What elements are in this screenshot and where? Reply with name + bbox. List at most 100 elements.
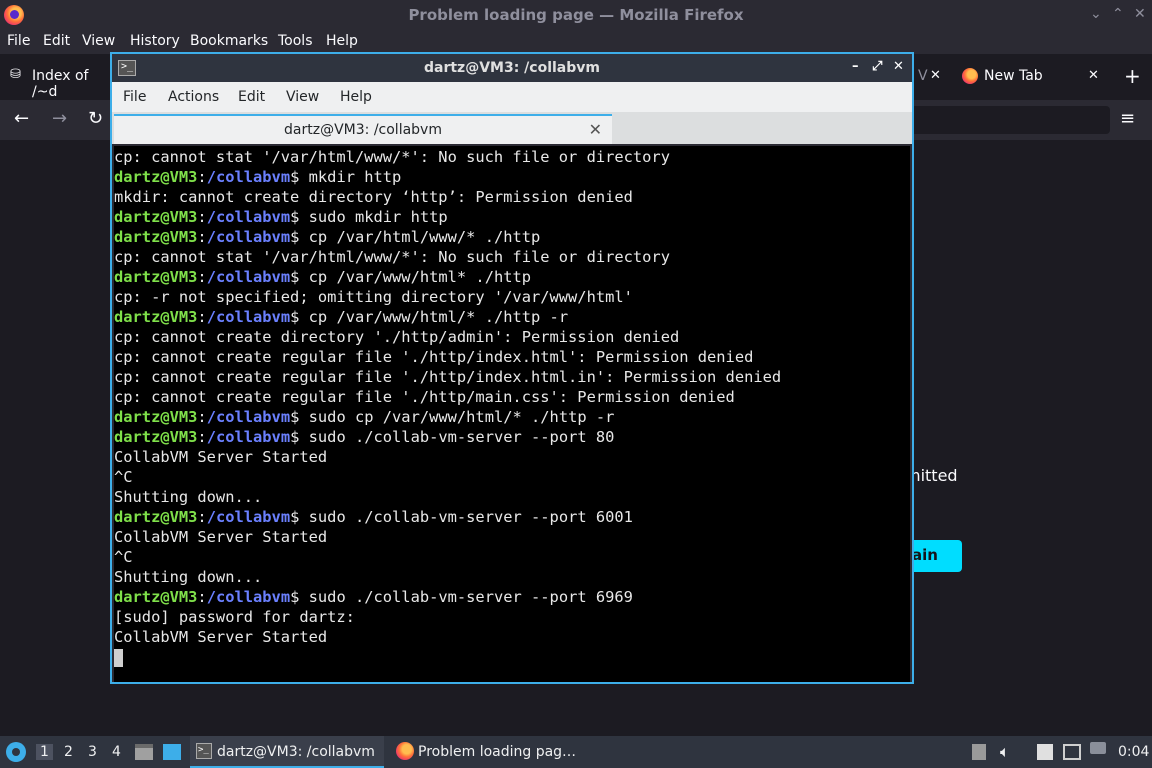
menu-tools[interactable]: Tools	[278, 33, 313, 49]
firefox-menubar: File Edit View History Bookmarks Tools H…	[0, 30, 1152, 54]
prompt-dollar: $	[290, 268, 300, 286]
prompt-path: /collabvm	[206, 268, 291, 286]
desktop-1[interactable]: 1	[36, 744, 53, 760]
close-icon[interactable]: ✕	[893, 59, 904, 74]
terminal-menu-actions[interactable]: Actions	[168, 89, 219, 105]
menu-bookmarks[interactable]: Bookmarks	[190, 33, 268, 49]
taskbar-task-terminal[interactable]: >_ dartz@VM3: /collabvm	[190, 736, 384, 768]
menu-help[interactable]: Help	[326, 33, 358, 49]
terminal-tabbar: dartz@VM3: /collabvm ✕	[112, 112, 912, 144]
show-desktop-icon[interactable]	[163, 744, 181, 760]
notification-icon[interactable]	[1090, 742, 1106, 754]
prompt-path: /collabvm	[206, 408, 291, 426]
forward-icon[interactable]: →	[52, 108, 67, 129]
command-text: sudo ./collab-vm-server --port 80	[299, 428, 615, 446]
prompt-separator: :	[197, 228, 207, 246]
terminal-icon: >_	[196, 743, 212, 759]
tab-label: Index of /~d	[32, 68, 89, 100]
prompt-path: /collabvm	[206, 308, 291, 326]
prompt-separator: :	[197, 408, 207, 426]
tab-index[interactable]: ⛁ Index of /~d	[10, 62, 110, 100]
minimize-icon[interactable]: –	[852, 59, 859, 74]
terminal-tab[interactable]: dartz@VM3: /collabvm ✕	[114, 114, 612, 144]
prompt-separator: :	[197, 208, 207, 226]
desktop: Problem loading page — Mozilla Firefox ⌄…	[0, 0, 1152, 768]
clock[interactable]: 0:04	[1118, 744, 1149, 760]
tab-label: New Tab	[984, 68, 1043, 84]
close-icon[interactable]: ✕	[930, 68, 941, 83]
tab-new-tab[interactable]: New Tab ✕	[962, 62, 1112, 92]
firefox-icon	[396, 742, 414, 760]
menu-view[interactable]: View	[82, 33, 115, 49]
prompt-dollar: $	[290, 508, 300, 526]
menu-file[interactable]: File	[7, 33, 30, 49]
app-launcher-icon[interactable]	[6, 742, 26, 762]
desktop-2[interactable]: 2	[64, 744, 73, 760]
menu-history[interactable]: History	[130, 33, 180, 49]
file-manager-icon[interactable]	[135, 744, 153, 760]
prompt-separator: :	[197, 268, 207, 286]
terminal-line: dartz@VM3:/collabvm$ sudo ./collab-vm-se…	[114, 587, 910, 607]
terminal-cursor	[114, 648, 123, 667]
prompt-path: /collabvm	[206, 168, 291, 186]
taskbar-task-label: dartz@VM3: /collabvm	[217, 744, 375, 760]
prompt-dollar: $	[290, 408, 300, 426]
terminal-line: mkdir: cannot create directory ‘http’: P…	[114, 188, 633, 206]
close-icon[interactable]: ✕	[1134, 6, 1146, 22]
reload-icon[interactable]: ↻	[88, 108, 103, 129]
taskbar-task-label: Problem loading pag…	[418, 744, 577, 760]
firefox-titlebar[interactable]: Problem loading page — Mozilla Firefox ⌄…	[0, 0, 1152, 30]
command-text: sudo ./collab-vm-server --port 6969	[299, 588, 633, 606]
terminal-line	[114, 647, 910, 667]
terminal-line: cp: cannot create regular file './http/m…	[114, 388, 735, 406]
command-text: sudo mkdir http	[299, 208, 448, 226]
terminal-line: cp: cannot stat '/var/html/www/*': No su…	[114, 148, 670, 166]
network-icon[interactable]	[1063, 744, 1081, 760]
terminal-window[interactable]: >_ dartz@VM3: /collabvm – ⤢ ✕ File Actio…	[110, 52, 914, 684]
terminal-line: cp: -r not specified; omitting directory…	[114, 288, 633, 306]
app-menu-icon[interactable]: ≡	[1120, 108, 1135, 129]
terminal-menu-help[interactable]: Help	[340, 89, 372, 105]
volume-icon[interactable]: 🔈︎	[1000, 742, 1010, 762]
notes-icon[interactable]	[1037, 744, 1053, 760]
terminal-line: cp: cannot create regular file './http/i…	[114, 368, 782, 386]
prompt-user: dartz@VM3	[114, 228, 198, 246]
terminal-output[interactable]: cp: cannot stat '/var/html/www/*': No su…	[114, 146, 910, 682]
back-icon[interactable]: ←	[14, 108, 29, 129]
desktop-4[interactable]: 4	[112, 744, 121, 760]
prompt-separator: :	[197, 588, 207, 606]
terminal-menubar: File Actions Edit View Help	[112, 82, 912, 112]
terminal-menu-file[interactable]: File	[123, 89, 146, 105]
command-text: sudo cp /var/www/html/* ./http -r	[299, 408, 615, 426]
menu-edit[interactable]: Edit	[43, 33, 70, 49]
desktop-3[interactable]: 3	[88, 744, 97, 760]
prompt-user: dartz@VM3	[114, 268, 198, 286]
close-icon[interactable]: ✕	[1088, 68, 1099, 83]
terminal-tab-label: dartz@VM3: /collabvm	[284, 122, 442, 138]
maximize-icon[interactable]: ⌃	[1112, 6, 1124, 22]
prompt-user: dartz@VM3	[114, 208, 198, 226]
prompt-user: dartz@VM3	[114, 308, 198, 326]
terminal-line: ^C	[114, 548, 133, 566]
terminal-line: CollabVM Server Started	[114, 528, 328, 546]
prompt-separator: :	[197, 428, 207, 446]
terminal-line: dartz@VM3:/collabvm$ cp /var/www/html* .…	[114, 267, 910, 287]
terminal-menu-view[interactable]: View	[286, 89, 319, 105]
terminal-menu-edit[interactable]: Edit	[238, 89, 265, 105]
prompt-path: /collabvm	[206, 208, 291, 226]
prompt-dollar: $	[290, 428, 300, 446]
terminal-titlebar[interactable]: >_ dartz@VM3: /collabvm – ⤢ ✕	[112, 54, 912, 82]
url-bar[interactable]	[910, 106, 1110, 134]
restore-icon[interactable]: ⤢	[872, 59, 882, 74]
terminal-line: cp: cannot create directory './http/admi…	[114, 328, 680, 346]
close-icon[interactable]: ✕	[589, 120, 602, 139]
page-icon: ⛁	[10, 67, 21, 82]
minimize-icon[interactable]: ⌄	[1090, 6, 1102, 22]
clipboard-icon[interactable]	[972, 744, 986, 760]
terminal-line: dartz@VM3:/collabvm$ cp /var/www/html/* …	[114, 307, 910, 327]
taskbar-task-firefox[interactable]: Problem loading pag…	[392, 736, 582, 768]
new-tab-button[interactable]: +	[1124, 64, 1141, 88]
terminal-line: CollabVM Server Started	[114, 448, 328, 466]
terminal-line: dartz@VM3:/collabvm$ sudo cp /var/www/ht…	[114, 407, 910, 427]
firefox-icon	[962, 68, 978, 84]
